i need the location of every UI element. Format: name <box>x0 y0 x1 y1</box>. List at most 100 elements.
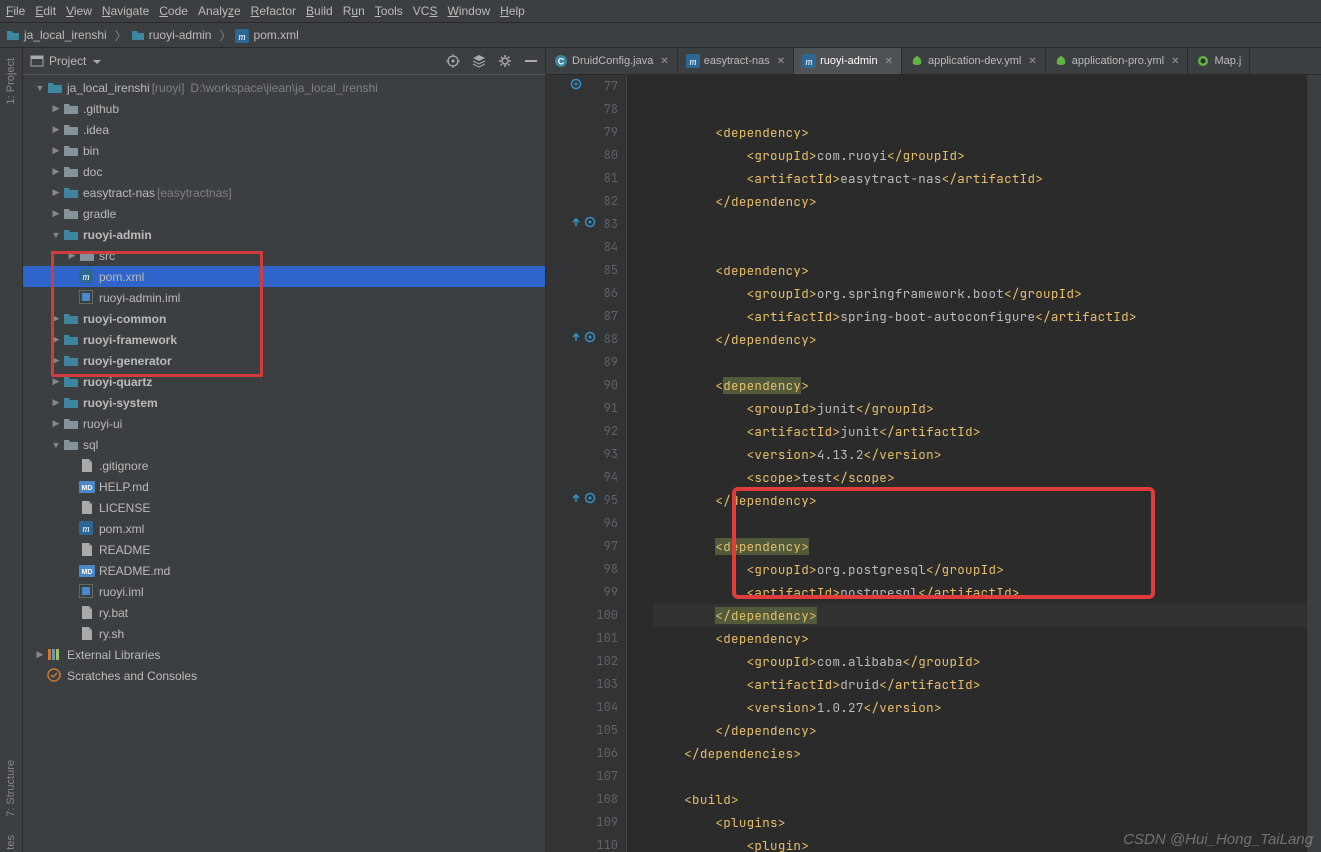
code-line[interactable]: <dependency> <box>653 627 1306 650</box>
code-line[interactable]: <plugin> <box>653 834 1306 852</box>
layers-icon[interactable] <box>471 53 487 69</box>
code-line[interactable]: <artifactId>druid</artifactId> <box>653 673 1306 696</box>
menu-vcs[interactable]: VCS <box>413 4 438 18</box>
code-line[interactable] <box>653 213 1306 236</box>
code-line[interactable]: <artifactId>postgresql</artifactId> <box>653 581 1306 604</box>
gutter-line[interactable]: 86 <box>546 282 618 305</box>
gutter-line[interactable]: 82 <box>546 190 618 213</box>
tree-row[interactable]: .gitignore <box>23 455 545 476</box>
project-tree[interactable]: ▼ja_local_irenshi [ruoyi]D:\workspace\ji… <box>23 75 545 852</box>
tree-arrow[interactable]: ▶ <box>49 313 63 324</box>
code-line[interactable]: </dependency> <box>653 604 1306 627</box>
code-line[interactable]: <version>1.0.27</version> <box>653 696 1306 719</box>
tree-row[interactable]: ▼sql <box>23 434 545 455</box>
code-line[interactable]: </dependency> <box>653 719 1306 742</box>
gutter-line[interactable]: 84 <box>546 236 618 259</box>
gutter-line[interactable]: 89 <box>546 351 618 374</box>
gutter-line[interactable]: 94 <box>546 466 618 489</box>
gutter-line[interactable]: 104 <box>546 696 618 719</box>
tab-easytract-nas[interactable]: easytract-nas✕ <box>678 48 794 74</box>
code-line[interactable] <box>653 351 1306 374</box>
tree-row[interactable]: ▶ruoyi-framework <box>23 329 545 350</box>
code-line[interactable]: <scope>test</scope> <box>653 466 1306 489</box>
gear-icon[interactable] <box>497 53 513 69</box>
tree-row[interactable]: ▶ruoyi-system <box>23 392 545 413</box>
tree-row[interactable]: ▶easytract-nas [easytractnas] <box>23 182 545 203</box>
tree-arrow[interactable]: ▶ <box>49 124 63 135</box>
tree-row[interactable]: HELP.md <box>23 476 545 497</box>
override-icon[interactable] <box>584 331 596 343</box>
left-tool-strip[interactable]: 1: Project <box>0 48 23 852</box>
tree-row[interactable]: ▶bin <box>23 140 545 161</box>
tree-row[interactable]: ▶External Libraries <box>23 644 545 665</box>
up-icon[interactable] <box>570 331 582 343</box>
code-line[interactable] <box>653 236 1306 259</box>
tree-row[interactable]: ▶.idea <box>23 119 545 140</box>
chevron-down-icon[interactable] <box>90 55 102 67</box>
menu-file[interactable]: File <box>6 4 25 18</box>
tree-arrow[interactable]: ▶ <box>49 166 63 177</box>
gutter-line[interactable]: 93 <box>546 443 618 466</box>
tree-arrow[interactable]: ▶ <box>49 103 63 114</box>
editor-gutter[interactable]: 7778798081828384858687888990919293949596… <box>546 75 627 852</box>
gutter-line[interactable]: 77 <box>546 75 618 98</box>
gutter-line[interactable]: 99 <box>546 581 618 604</box>
code-line[interactable]: <version>4.13.2</version> <box>653 443 1306 466</box>
tree-row[interactable]: ▶ruoyi-generator <box>23 350 545 371</box>
tab-ruoyi-admin[interactable]: ruoyi-admin✕ <box>794 48 902 74</box>
tree-arrow[interactable]: ▼ <box>49 440 63 450</box>
tab-map-j[interactable]: Map.j <box>1188 48 1250 74</box>
gutter-line[interactable]: 80 <box>546 144 618 167</box>
tree-row[interactable]: ruoyi.iml <box>23 581 545 602</box>
code-line[interactable]: <groupId>com.alibaba</groupId> <box>653 650 1306 673</box>
left-strip-project[interactable]: 1: Project <box>5 58 17 104</box>
close-icon[interactable]: ✕ <box>777 56 785 67</box>
code-line[interactable]: <groupId>junit</groupId> <box>653 397 1306 420</box>
tree-row[interactable]: LICENSE <box>23 497 545 518</box>
code-line[interactable]: </dependency> <box>653 489 1306 512</box>
tree-row[interactable]: ▶src <box>23 245 545 266</box>
up-icon[interactable] <box>570 492 582 504</box>
gutter-line[interactable]: 83 <box>546 213 618 236</box>
tree-row[interactable]: ▶doc <box>23 161 545 182</box>
close-icon[interactable]: ✕ <box>660 56 668 67</box>
menu-help[interactable]: Help <box>500 4 525 18</box>
editor-code[interactable]: <dependency> <groupId>com.ruoyi</groupId… <box>627 75 1306 852</box>
gutter-line[interactable]: 101 <box>546 627 618 650</box>
code-line[interactable]: <artifactId>spring-boot-autoconfigure</a… <box>653 305 1306 328</box>
gutter-line[interactable]: 106 <box>546 742 618 765</box>
menu-analyze[interactable]: Analyze <box>198 4 241 18</box>
menu-edit[interactable]: Edit <box>35 4 56 18</box>
override-icon[interactable] <box>570 78 582 90</box>
tree-arrow[interactable]: ▼ <box>49 230 63 240</box>
menu-navigate[interactable]: Navigate <box>102 4 149 18</box>
tree-arrow[interactable]: ▶ <box>49 397 63 408</box>
code-line[interactable]: <groupId>org.postgresql</groupId> <box>653 558 1306 581</box>
tree-row[interactable]: ▶ruoyi-ui <box>23 413 545 434</box>
menu-window[interactable]: Window <box>447 4 490 18</box>
left-strip-structure[interactable]: 7: Structure <box>5 760 17 817</box>
code-line[interactable]: <artifactId>easytract-nas</artifactId> <box>653 167 1306 190</box>
tab-druidconfig-java[interactable]: DruidConfig.java✕ <box>546 48 678 74</box>
gutter-line[interactable]: 97 <box>546 535 618 558</box>
close-icon[interactable]: ✕ <box>1171 56 1179 67</box>
breadcrumb-item[interactable]: pom.xml <box>235 28 298 42</box>
breadcrumb-item[interactable]: ruoyi-admin <box>131 28 212 42</box>
gutter-line[interactable]: 110 <box>546 834 618 852</box>
gutter-line[interactable]: 92 <box>546 420 618 443</box>
code-line[interactable]: </dependencies> <box>653 742 1306 765</box>
project-header-label[interactable]: Project <box>49 54 86 68</box>
gutter-line[interactable]: 105 <box>546 719 618 742</box>
tree-row[interactable]: README <box>23 539 545 560</box>
gutter-line[interactable]: 98 <box>546 558 618 581</box>
tab-application-pro-yml[interactable]: application-pro.yml✕ <box>1046 48 1189 74</box>
target-icon[interactable] <box>445 53 461 69</box>
code-line[interactable] <box>653 765 1306 788</box>
close-icon[interactable]: ✕ <box>885 56 893 67</box>
override-icon[interactable] <box>584 492 596 504</box>
tree-row[interactable]: ▼ja_local_irenshi [ruoyi]D:\workspace\ji… <box>23 77 545 98</box>
code-line[interactable]: <dependency> <box>653 535 1306 558</box>
menu-code[interactable]: Code <box>159 4 188 18</box>
tree-row[interactable]: pom.xml <box>23 266 545 287</box>
left-strip-tes[interactable]: tes <box>5 835 17 850</box>
